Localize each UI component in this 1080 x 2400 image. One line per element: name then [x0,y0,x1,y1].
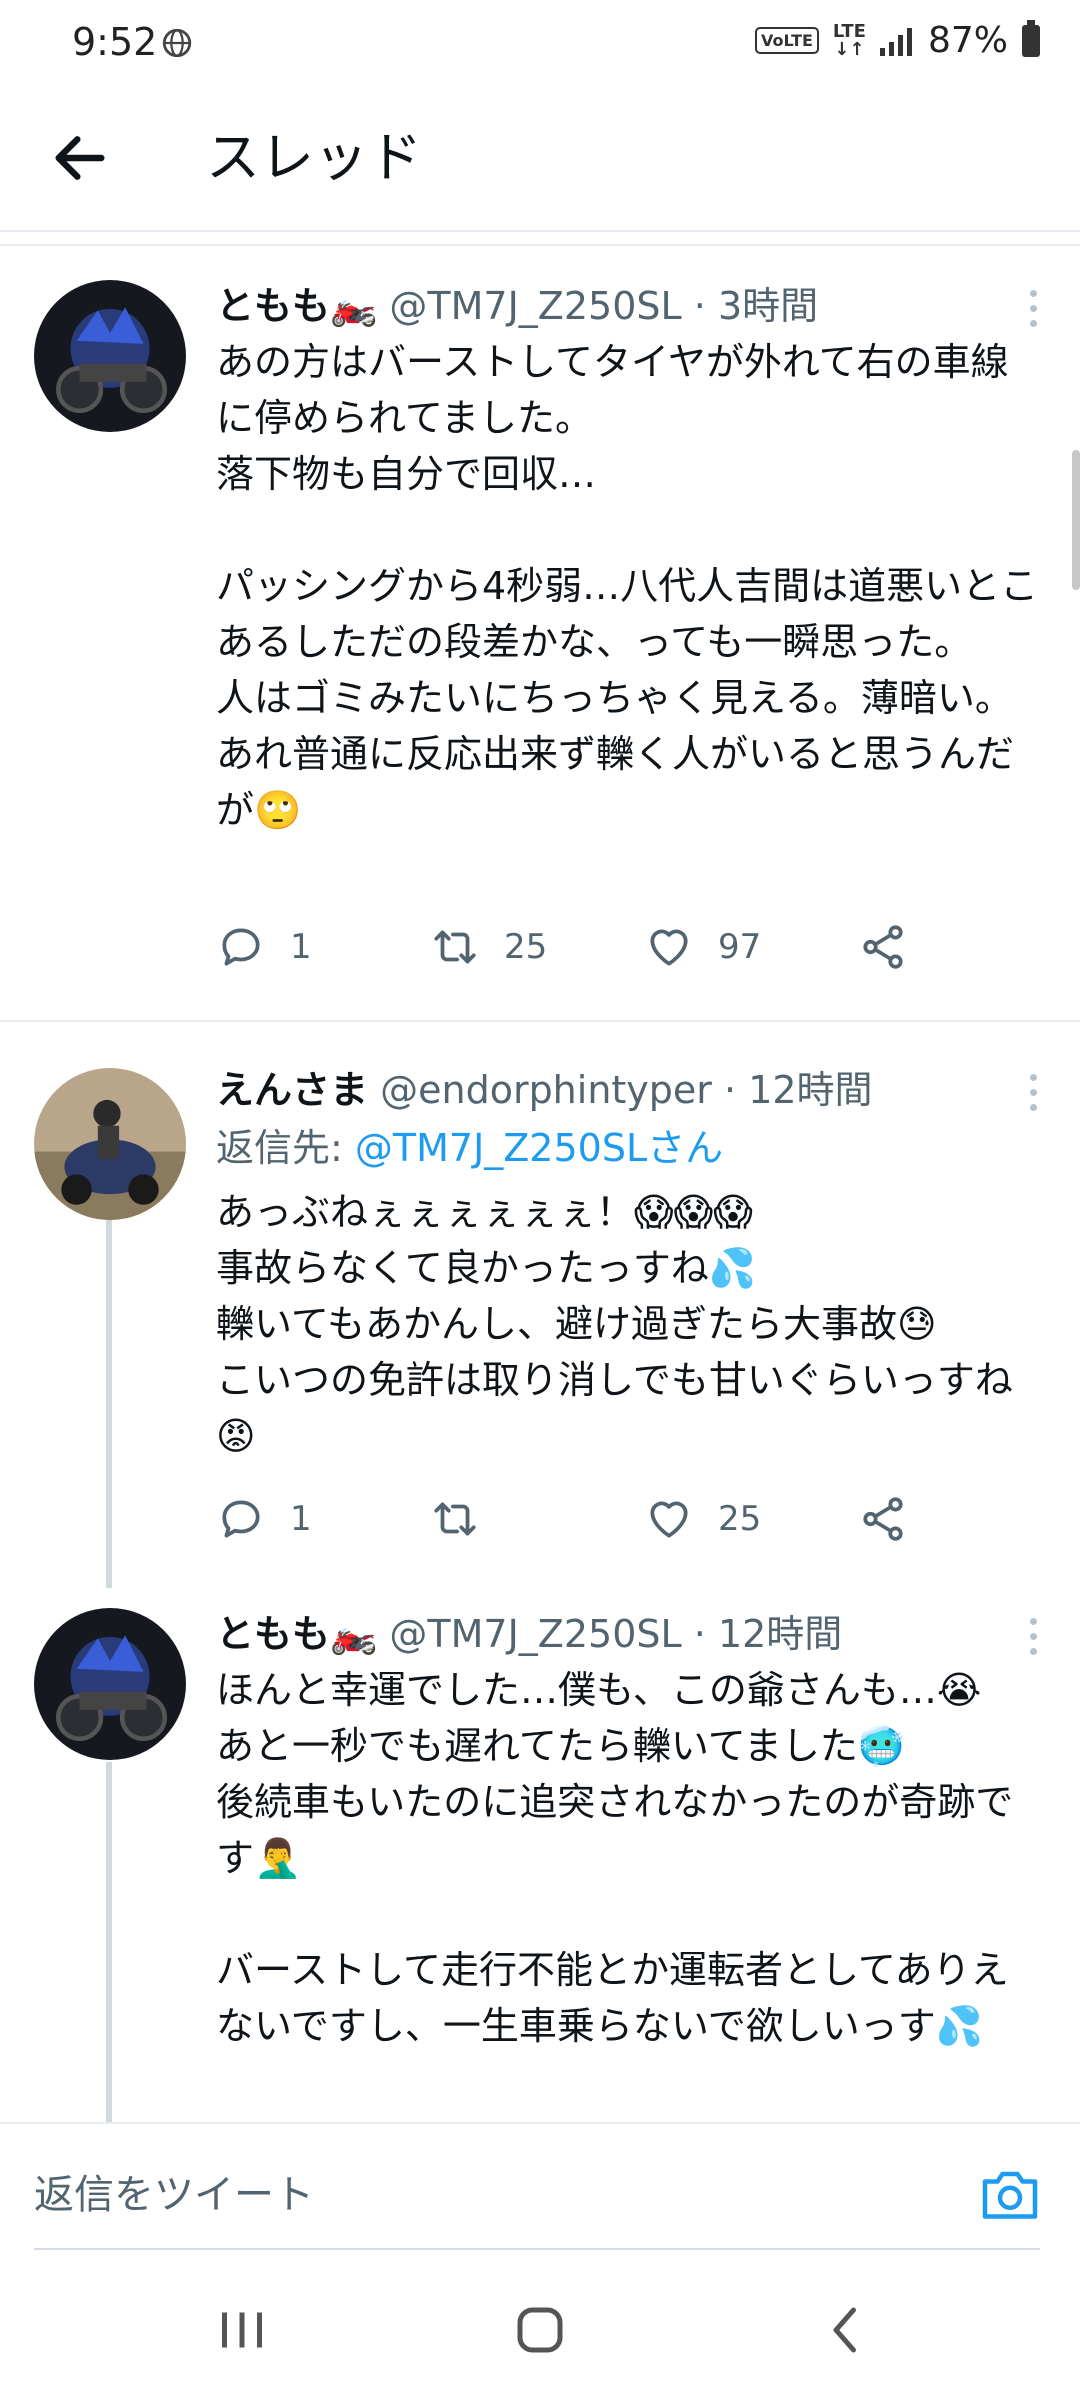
back-icon[interactable] [816,2300,876,2360]
tweet-time[interactable]: 3時間 [718,284,818,328]
back-arrow-icon[interactable] [48,126,112,190]
tweet-time[interactable]: 12時間 [748,1068,872,1112]
retweet-icon [434,930,476,964]
retweet-button[interactable] [430,1494,504,1544]
tweet-header: ともも🏍️ @TM7J_Z250SL · 12時間 [216,1612,843,1656]
reply-button[interactable]: 1 [216,1494,312,1544]
more-options-icon[interactable] [1026,1074,1040,1118]
tweet-time[interactable]: 12時間 [718,1612,842,1656]
signal-icon [879,27,912,56]
tweet-actions: 1 25 97 [216,922,976,982]
retweet-icon [434,1502,476,1536]
battery-icon [1022,19,1040,57]
tweet-item[interactable]: えんさま @endorphintyper · 12時間 返信先: @TM7J_Z… [0,1022,1080,1582]
share-button[interactable] [858,1494,908,1544]
tweet-item[interactable]: ともも🏍️ @TM7J_Z250SL · 3時間 あの方はバーストしてタイヤが外… [0,246,1080,1020]
avatar[interactable] [34,1608,186,1760]
reply-context: 返信先: @TM7J_Z250SLさん [216,1126,724,1170]
tweet-actions: 1 25 [216,1494,976,1554]
tweet-text: あの方はバーストしてタイヤが外れて右の車線に停められてました。 落下物も自分で回… [216,340,1039,832]
display-name[interactable]: えんさま [216,1068,368,1112]
top-app-bar: スレッド [0,88,1080,232]
like-count: 97 [718,927,762,967]
reply-button[interactable]: 1 [216,922,312,972]
tweet-text: あっぶねぇぇぇぇぇぇ！😱😱😱 事故らなくて良かったっすね💦 轢いてもあかんし、避… [216,1190,1013,1458]
reply-icon [222,928,260,966]
volte-badge: VoLTE [755,27,819,54]
avatar[interactable] [34,280,186,432]
heart-icon [650,929,688,966]
user-handle[interactable]: @TM7J_Z250SL [389,284,681,328]
share-button[interactable] [858,922,908,972]
globe-icon [162,28,192,58]
reply-composer: 返信をツイート [0,2122,1080,2252]
status-time: 9:52 [72,20,158,64]
more-options-icon[interactable] [1026,1618,1040,1662]
scrollbar[interactable] [1072,450,1080,590]
tweet-header: ともも🏍️ @TM7J_Z250SL · 3時間 [216,284,819,328]
more-options-icon[interactable] [1026,290,1040,334]
like-count: 25 [718,1499,762,1539]
reply-icon [222,1500,260,1538]
tweet-item[interactable]: ともも🏍️ @TM7J_Z250SL · 12時間 ほんと幸運でした…僕も、この… [0,1582,1080,2122]
heart-icon [650,1501,688,1538]
user-handle[interactable]: @endorphintyper [380,1068,712,1112]
retweet-button[interactable]: 25 [430,922,547,972]
display-name[interactable]: ともも🏍️ [216,284,377,328]
lte-indicator: LTE ↓↑ [832,20,866,60]
display-name[interactable]: ともも🏍️ [216,1612,377,1656]
avatar[interactable] [34,1068,186,1220]
battery-percent: 87% [927,20,1008,61]
reply-count: 1 [290,1499,312,1539]
user-handle[interactable]: @TM7J_Z250SL [389,1612,681,1656]
recent-apps-icon[interactable] [212,2300,272,2360]
tweet-text: ほんと幸運でした…僕も、この爺さんも…😭 あと一秒でも遅れてたら轢いてました🥶 … [216,1668,1014,2048]
home-icon[interactable] [510,2300,570,2360]
tweet-header: えんさま @endorphintyper · 12時間 [216,1068,873,1112]
reply-count: 1 [290,927,312,967]
share-icon [863,1497,903,1541]
share-icon [863,925,903,969]
status-bar: 9:52 VoLTE LTE ↓↑ 87% [0,0,1080,88]
like-button[interactable]: 97 [644,922,761,972]
camera-icon[interactable] [980,2166,1040,2222]
page-title: スレッド [206,126,422,189]
reply-input[interactable]: 返信をツイート [34,2162,314,2220]
like-button[interactable]: 25 [644,1494,761,1544]
retweet-count: 25 [504,927,548,967]
reply-to-link[interactable]: @TM7J_Z250SLさん [355,1126,723,1170]
system-nav-bar [0,2250,1080,2400]
